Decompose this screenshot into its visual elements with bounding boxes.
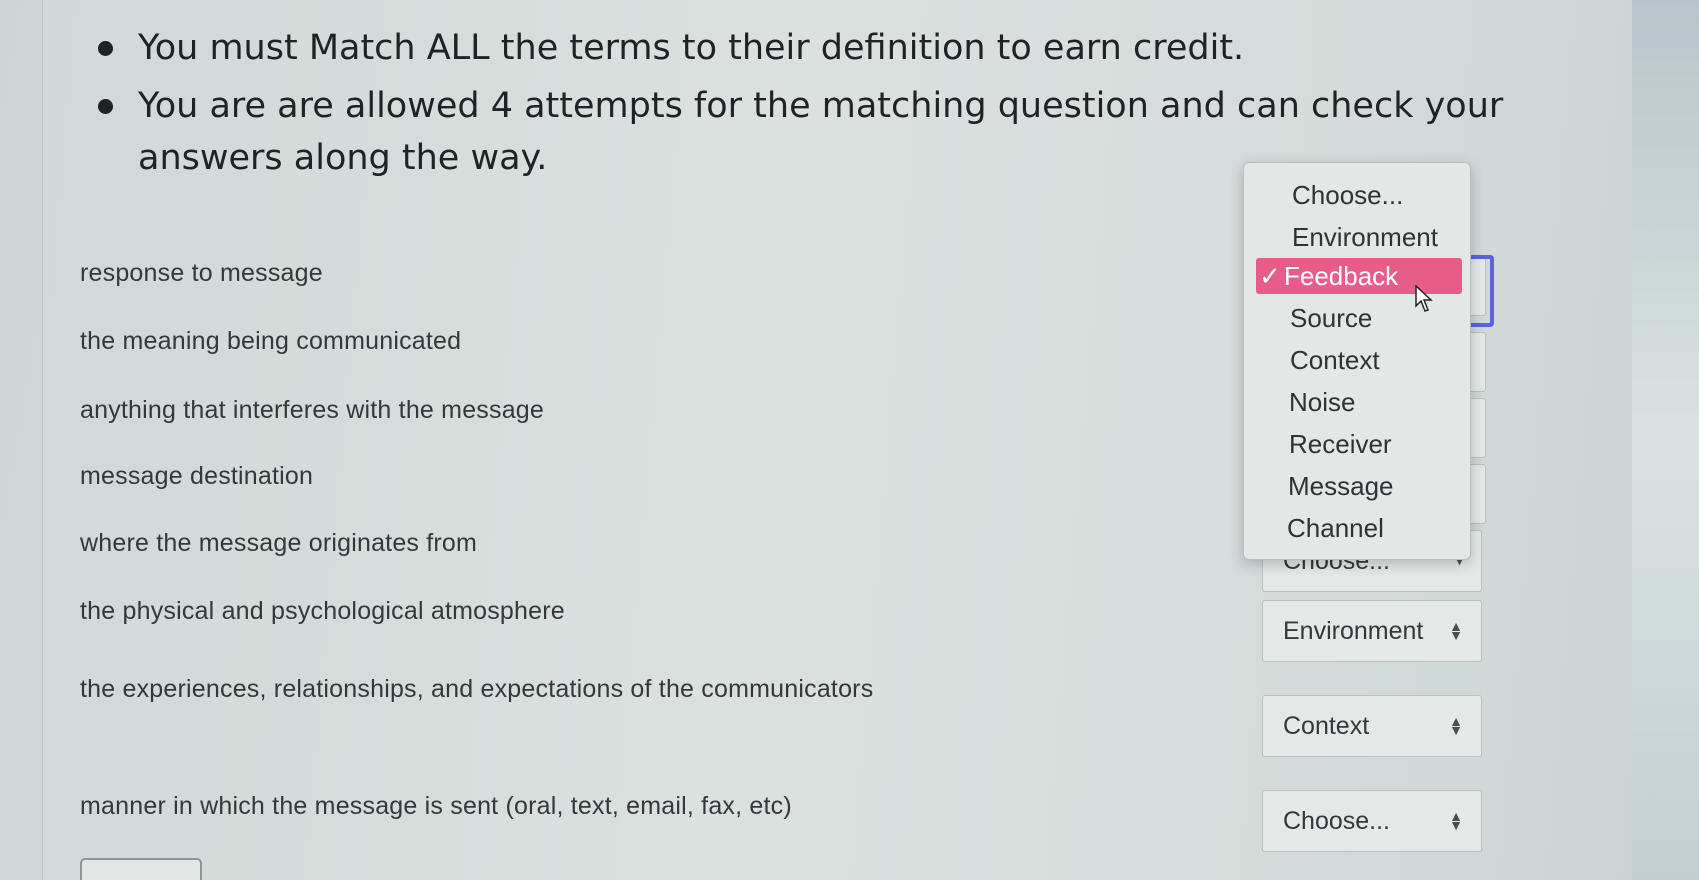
scrollbar-area: [1632, 0, 1699, 880]
select-value: Context: [1283, 711, 1370, 740]
term-label: anything that interferes with the messag…: [80, 396, 545, 424]
term-label: the physical and psychological atmospher…: [80, 597, 565, 625]
dropdown-option[interactable]: Environment: [1292, 219, 1438, 255]
check-button[interactable]: [80, 858, 202, 880]
term-label: the meaning being communicated: [80, 327, 462, 355]
instruction-text: You must Match ALL the terms to their de…: [138, 28, 1245, 68]
bullet-icon: [98, 41, 113, 56]
mouse-pointer-icon: [1415, 285, 1433, 312]
dropdown-option-label: Feedback: [1284, 261, 1399, 291]
answer-select-row8[interactable]: Choose... ▲ ▼: [1262, 790, 1482, 852]
updown-arrows-icon: ▲ ▼: [1449, 808, 1463, 833]
dropdown-option[interactable]: Message: [1288, 468, 1394, 504]
instruction-item: You must Match ALL the terms to their de…: [96, 22, 1576, 74]
dropdown-option[interactable]: Channel: [1287, 510, 1384, 546]
answer-select-row7[interactable]: Context ▲ ▼: [1262, 695, 1482, 757]
dropdown-menu: Choose... Environment ✓ Feedback Source C…: [1243, 162, 1471, 560]
select-value: Environment: [1283, 616, 1424, 645]
bullet-icon: [98, 99, 113, 114]
term-label: the experiences, relationships, and expe…: [80, 675, 874, 703]
answer-select-row6[interactable]: Environment ▲ ▼: [1262, 600, 1482, 662]
select-value: Choose...: [1283, 806, 1391, 835]
term-label: where the message originates from: [80, 529, 478, 557]
dropdown-option[interactable]: Source: [1290, 300, 1372, 336]
term-label: manner in which the message is sent (ora…: [80, 792, 792, 820]
dropdown-option[interactable]: Noise: [1289, 384, 1355, 420]
updown-arrows-icon: ▲ ▼: [1449, 713, 1463, 738]
term-label: message destination: [80, 462, 314, 490]
term-label: response to message: [80, 259, 323, 287]
dropdown-option[interactable]: Choose...: [1292, 177, 1403, 213]
dropdown-option[interactable]: Context: [1290, 342, 1380, 378]
updown-arrows-icon: ▲ ▼: [1449, 618, 1463, 643]
checkmark-icon: ✓: [1259, 261, 1281, 291]
dropdown-option[interactable]: Receiver: [1289, 426, 1392, 462]
